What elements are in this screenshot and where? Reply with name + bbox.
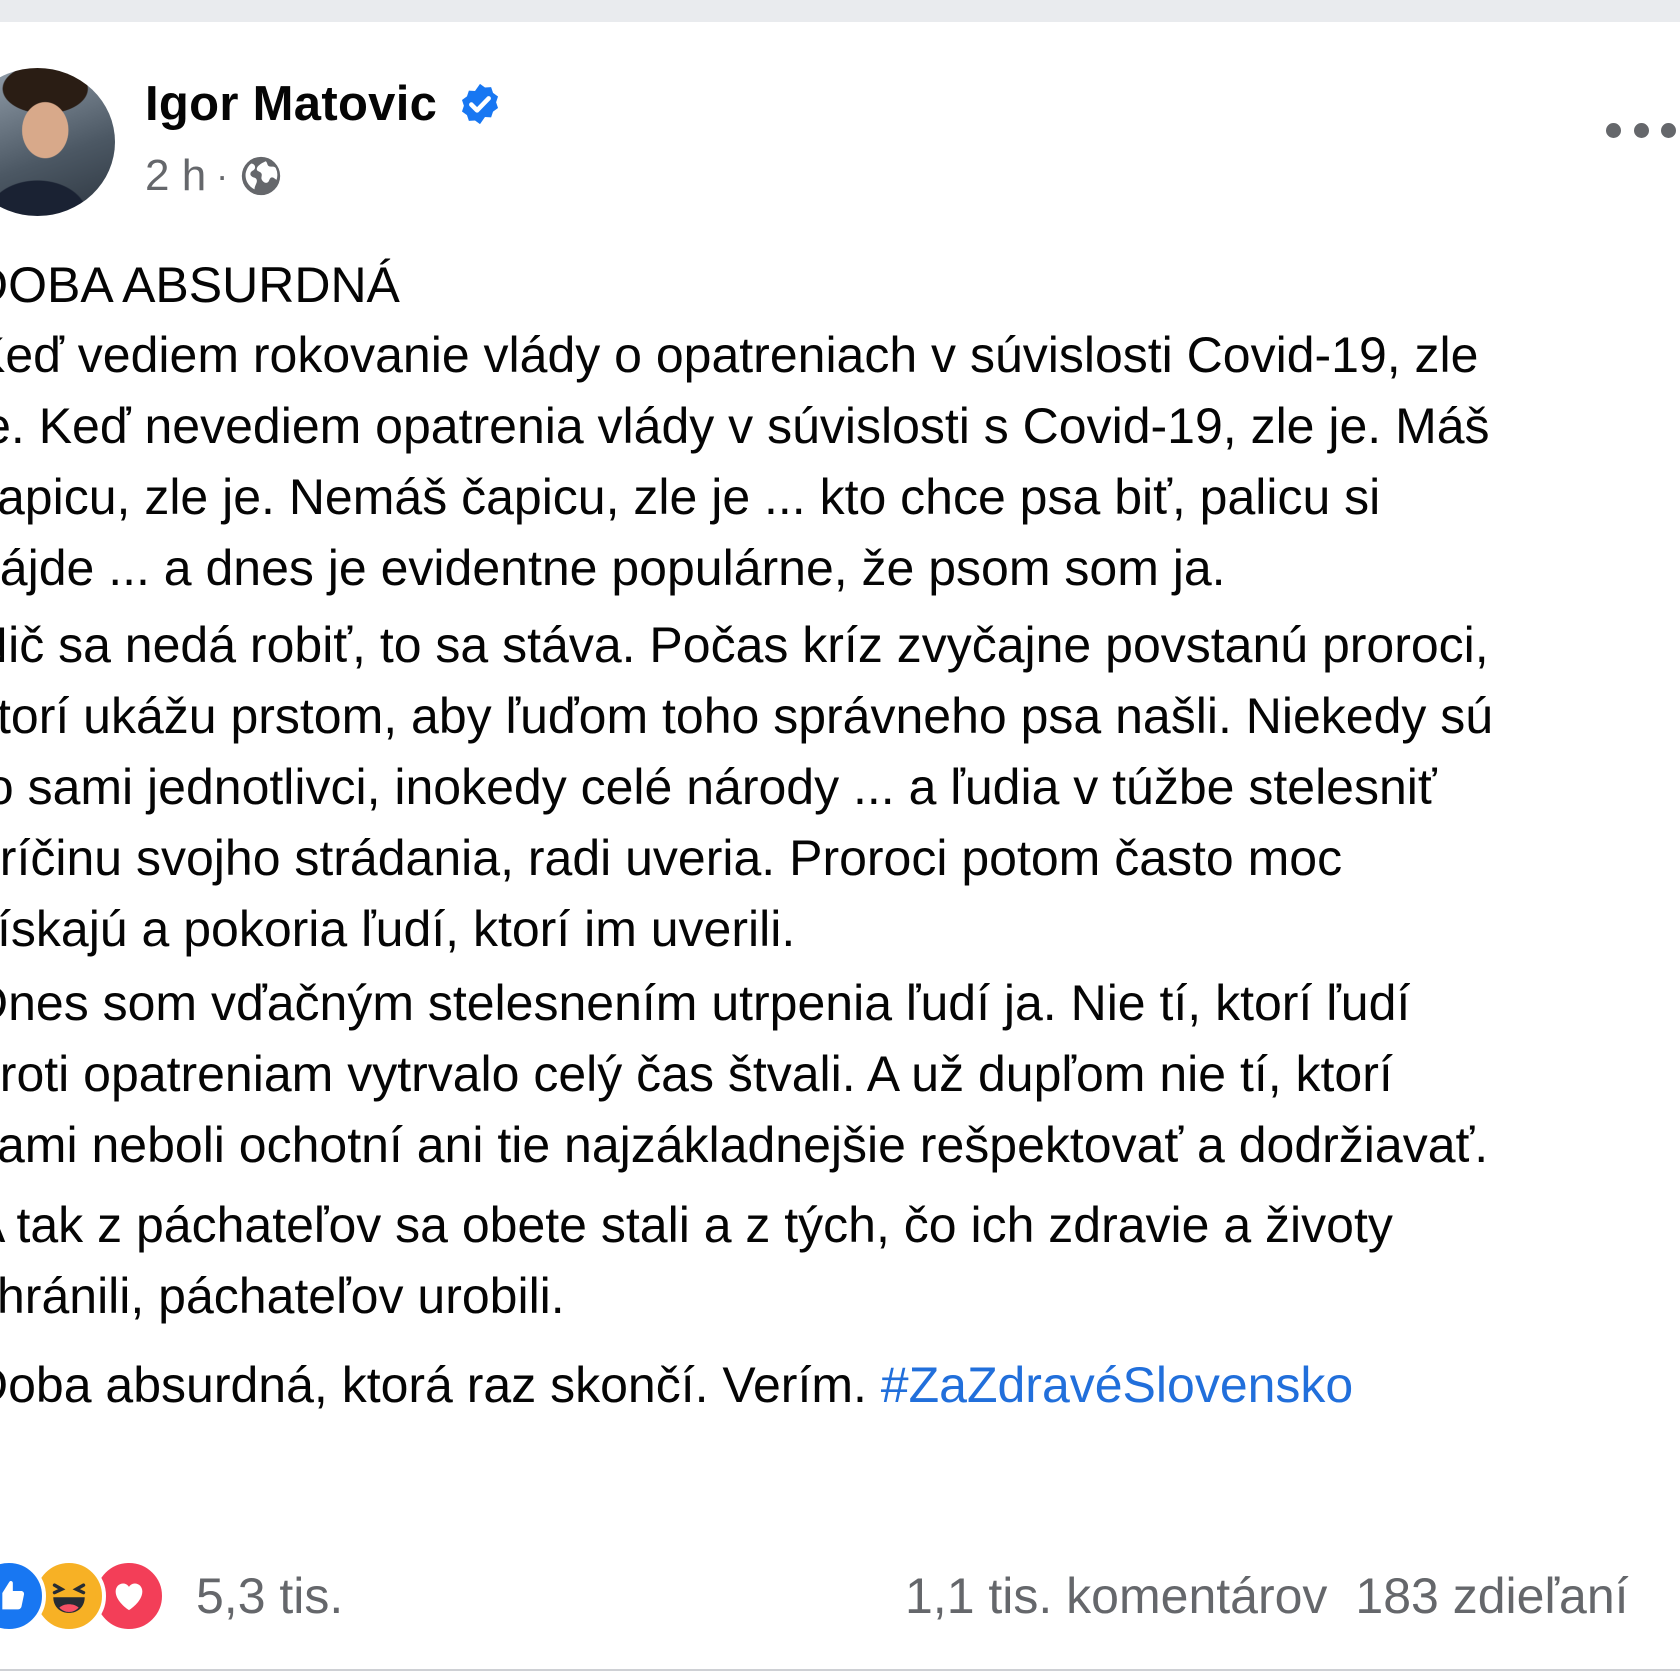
post-line: príčinu svojho strádania, radi uveria. P… (0, 830, 1343, 886)
post-line: čapicu, zle je. Nemáš čapicu, zle je ...… (0, 469, 1381, 525)
post-line: Dnes som vďačným stelesnením utrpenia ľu… (0, 975, 1411, 1031)
footer-divider (0, 1669, 1680, 1671)
engagement-stats: 1,1 tis. komentárov 183 zdieľaní (905, 1560, 1629, 1632)
post-line: získajú a pokoria ľudí, ktorí im uverili… (0, 901, 796, 957)
paragraph-4: A tak z páchateľov sa obete stali a z tý… (0, 1190, 1393, 1332)
post-line: sami neboli ochotní ani tie najzákladnej… (0, 1117, 1489, 1173)
post-line: chránili, páchateľov urobili. (0, 1268, 565, 1324)
paragraph-3: Dnes som vďačným stelesnením utrpenia ľu… (0, 968, 1488, 1181)
comments-count[interactable]: 1,1 tis. komentárov (905, 1567, 1327, 1625)
post-line: proti opatreniam vytrvalo celý čas štval… (0, 1046, 1393, 1102)
post-line: je. Keď nevediem opatrenia vlády v súvis… (0, 398, 1490, 454)
post-line: ktorí ukážu prstom, aby ľuďom toho správ… (0, 688, 1494, 744)
more-dot (1606, 122, 1621, 138)
more-dot (1633, 122, 1649, 138)
post-line: nájde ... a dnes je evidentne populárne,… (0, 540, 1226, 596)
post-author-row: Igor Matovic (145, 72, 503, 136)
author-name[interactable]: Igor Matovic (145, 76, 437, 132)
post-line: Nič sa nedá robiť, to sa stáva. Počas kr… (0, 617, 1489, 673)
reactions-summary[interactable]: 5,3 tis. (0, 1559, 343, 1633)
post-timestamp[interactable]: 2 h (145, 151, 206, 201)
closing-text: Doba absurdná, ktorá raz skončí. Verím. (0, 1357, 867, 1413)
meta-separator: · (216, 155, 229, 196)
paragraph-1: Keď vediem rokovanie vlády o opatreniach… (0, 320, 1490, 604)
paragraph-closing: Doba absurdná, ktorá raz skončí. Verím. … (0, 1350, 1353, 1421)
hashtag-link[interactable]: #ZaZdravéSlovensko (881, 1357, 1353, 1413)
verified-badge-icon (457, 81, 503, 127)
post-meta: 2 h · (145, 148, 284, 204)
post-line: Keď vediem rokovanie vlády o opatreniach… (0, 327, 1479, 383)
more-dot (1661, 122, 1676, 138)
post-title: DOBA ABSURDNÁ (0, 250, 400, 321)
closing-line: Doba absurdná, ktorá raz skončí. Verím. … (0, 1350, 1353, 1421)
more-options-icon[interactable] (1606, 112, 1676, 148)
shares-count[interactable]: 183 zdieľaní (1355, 1567, 1628, 1625)
post-line: to sami jednotlivci, inokedy celé národy… (0, 759, 1437, 815)
paragraph-2: Nič sa nedá robiť, to sa stáva. Počas kr… (0, 610, 1493, 965)
post-title-text: DOBA ABSURDNÁ (0, 257, 400, 313)
globe-icon[interactable] (238, 153, 284, 199)
feed-top-background (0, 0, 1680, 22)
reaction-count[interactable]: 5,3 tis. (196, 1567, 343, 1625)
post-line: A tak z páchateľov sa obete stali a z tý… (0, 1197, 1393, 1253)
